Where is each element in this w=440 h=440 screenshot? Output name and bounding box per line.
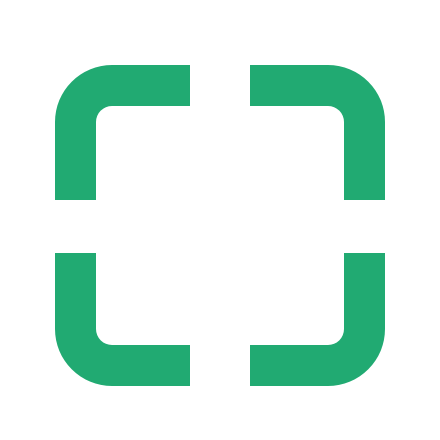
scan-frame-icon — [0, 0, 440, 440]
corner-top-right — [250, 65, 385, 200]
scan-frame-svg — [55, 65, 385, 386]
corner-bottom-left — [55, 253, 190, 386]
corner-bottom-right — [250, 253, 385, 386]
corner-top-left — [55, 65, 190, 200]
icon-canvas — [0, 0, 440, 440]
